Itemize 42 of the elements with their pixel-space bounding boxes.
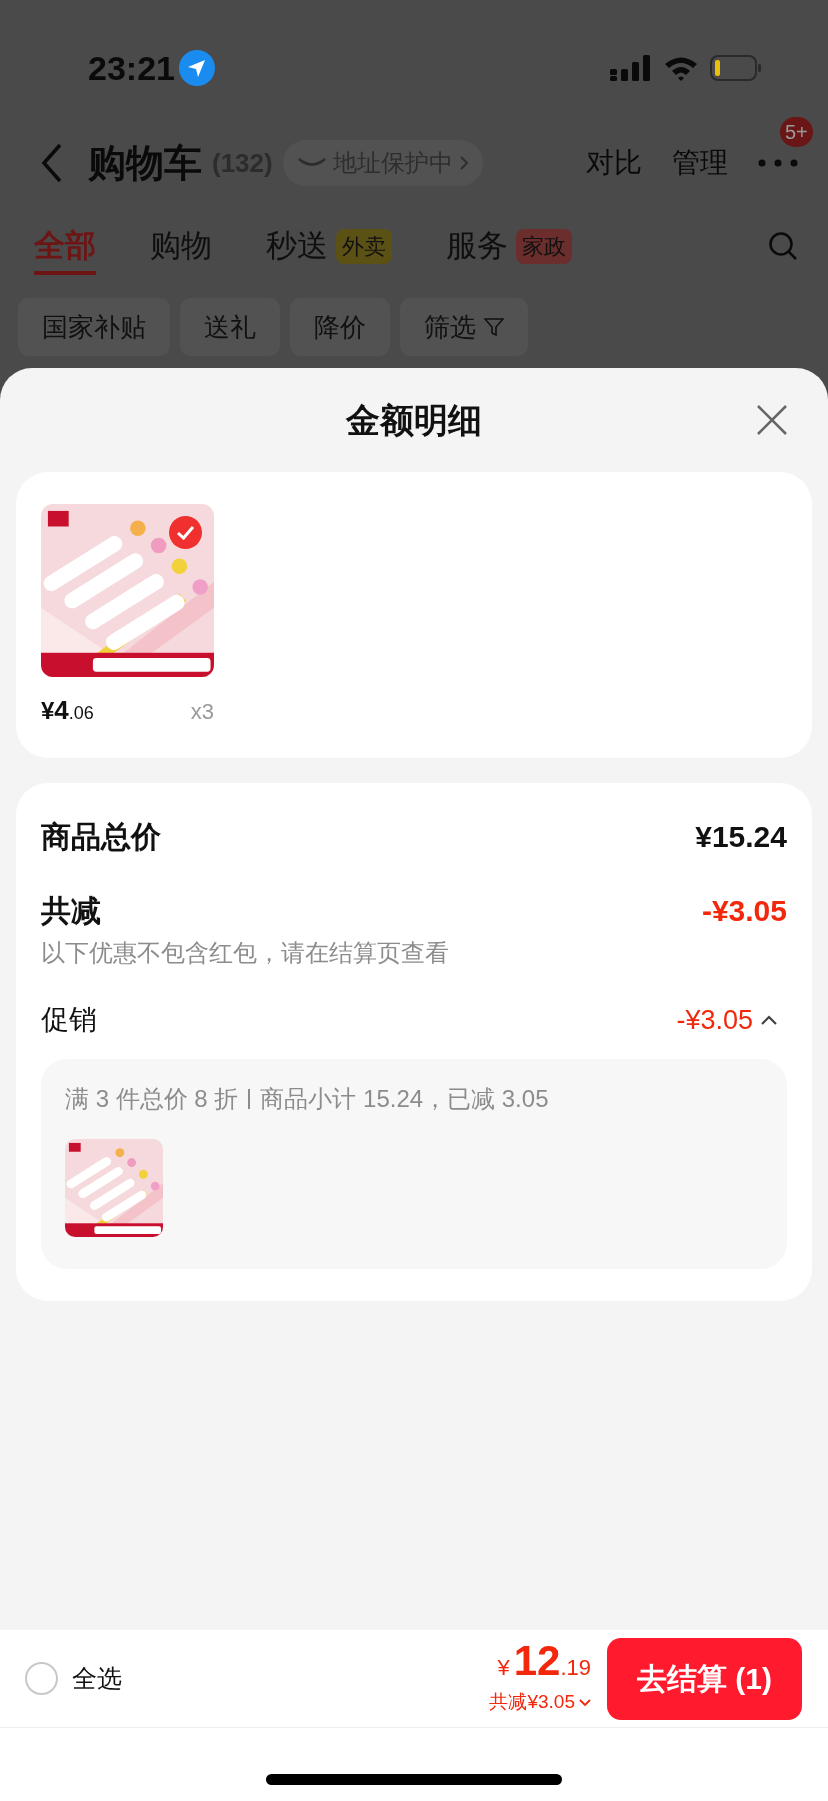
reduction-value: -¥3.05 xyxy=(701,892,787,929)
select-all-checkbox[interactable] xyxy=(25,1662,58,1695)
signal-icon xyxy=(610,55,652,81)
tab-badge: 外卖 xyxy=(336,228,392,264)
reduction-label: 共减 xyxy=(41,892,101,929)
chevron-right-icon xyxy=(458,155,469,171)
back-icon[interactable] xyxy=(40,143,64,183)
category-tab[interactable]: 服务 xyxy=(446,216,508,276)
promotion-toggle[interactable]: -¥3.05 xyxy=(676,999,787,1041)
savings-toggle[interactable]: 共减¥3.05 xyxy=(489,1688,591,1717)
filter-chip[interactable]: 国家补贴 xyxy=(18,298,170,356)
promotion-subtotal: 商品小计 15.24，已减 3.05 xyxy=(260,1084,549,1114)
battery-icon xyxy=(710,55,762,81)
chevron-down-icon xyxy=(579,1698,591,1707)
funnel-icon xyxy=(484,317,504,337)
promotion-rule: 满 3 件总价 8 折 xyxy=(65,1084,239,1114)
total-label: 商品总价 xyxy=(41,818,161,855)
status-time: 23:21 xyxy=(88,47,175,89)
promotion-label: 促销 xyxy=(41,1003,97,1037)
tab-badge: 家政 xyxy=(516,228,572,264)
header-action[interactable]: 管理 xyxy=(672,142,728,184)
notification-badge: 5+ xyxy=(780,117,813,147)
category-tab[interactable]: 秒送 xyxy=(266,216,328,276)
header-action[interactable]: 对比 xyxy=(586,142,642,184)
select-all-label[interactable]: 全选 xyxy=(72,1659,122,1698)
close-icon[interactable] xyxy=(756,404,788,436)
total-price: ¥12.19 xyxy=(497,1640,591,1683)
checkout-button[interactable]: 去结算 (1) xyxy=(607,1637,802,1720)
discount-note: 以下优惠不包含红包，请在结算页查看 xyxy=(41,938,450,968)
more-icon[interactable] xyxy=(758,159,798,167)
wifi-icon xyxy=(664,55,698,81)
quantity: x3 xyxy=(190,698,214,726)
filter-chip[interactable]: 筛选 xyxy=(400,298,528,356)
unit-price: ¥4.06 xyxy=(41,694,94,727)
checkmark-icon[interactable] xyxy=(169,516,202,549)
search-icon[interactable] xyxy=(768,231,798,261)
category-tab[interactable]: 购物 xyxy=(150,216,212,276)
sheet-title: 金额明细 xyxy=(346,399,482,441)
filter-chip[interactable]: 降价 xyxy=(290,298,390,356)
filter-chip[interactable]: 送礼 xyxy=(180,298,280,356)
total-value: ¥15.24 xyxy=(695,818,787,855)
page-title: 购物车 xyxy=(88,140,202,186)
